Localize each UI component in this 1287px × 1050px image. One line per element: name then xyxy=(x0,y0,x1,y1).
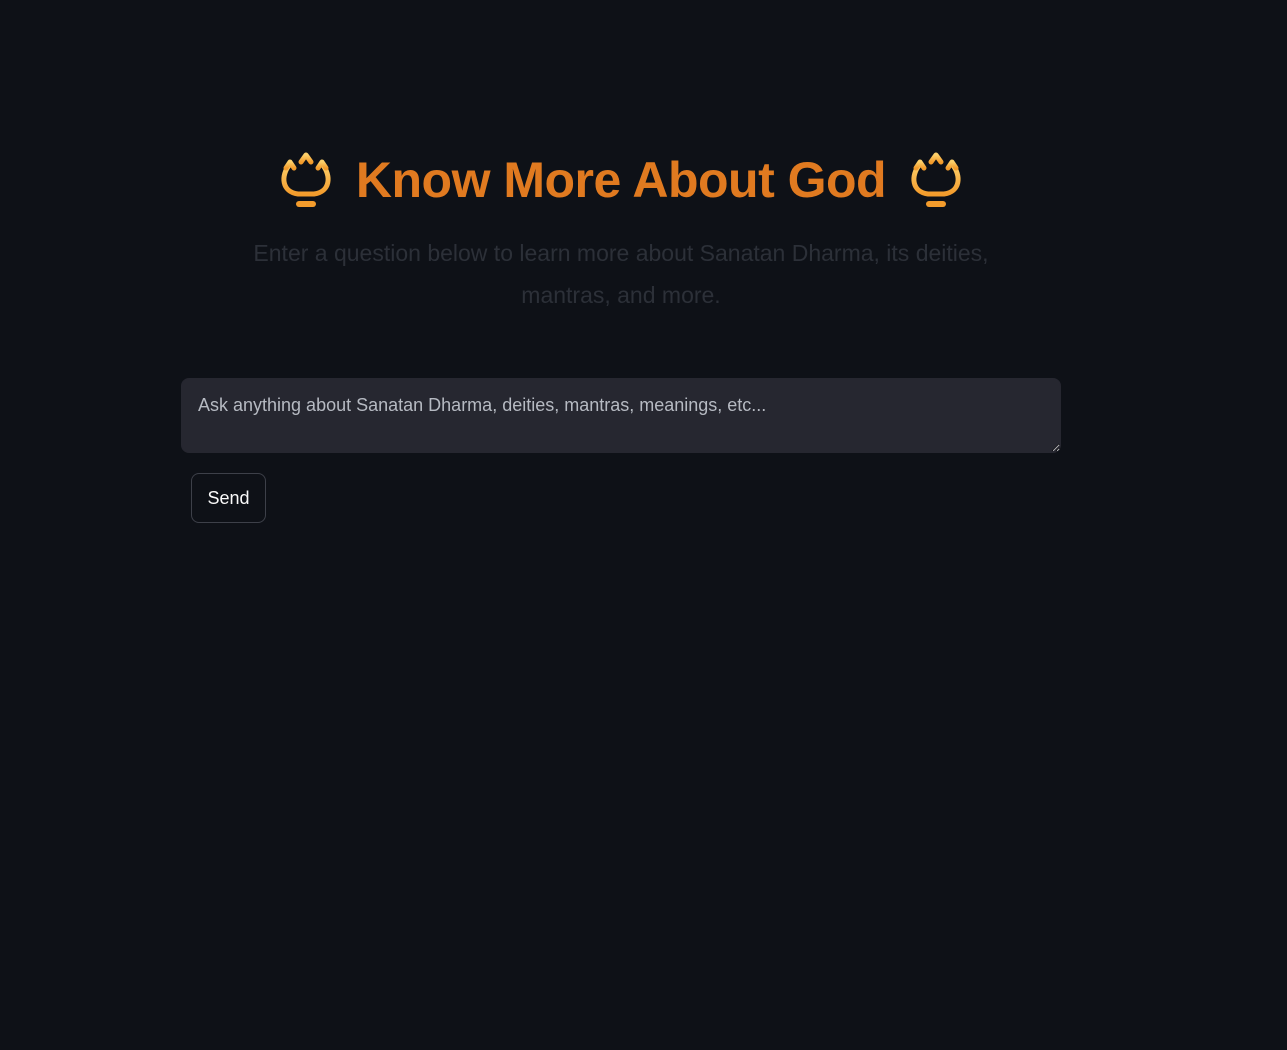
header: Know More About God Enter a question bel… xyxy=(181,140,1061,316)
trident-icon xyxy=(281,152,331,207)
trident-icon xyxy=(911,152,961,207)
page-title: Know More About God xyxy=(355,152,887,208)
page-subtitle: Enter a question below to learn more abo… xyxy=(253,240,989,308)
title-row: Know More About God xyxy=(181,140,1061,220)
question-input[interactable] xyxy=(181,378,1061,453)
send-button[interactable]: Send xyxy=(191,473,266,523)
app-page: Know More About God Enter a question bel… xyxy=(0,0,1287,1050)
